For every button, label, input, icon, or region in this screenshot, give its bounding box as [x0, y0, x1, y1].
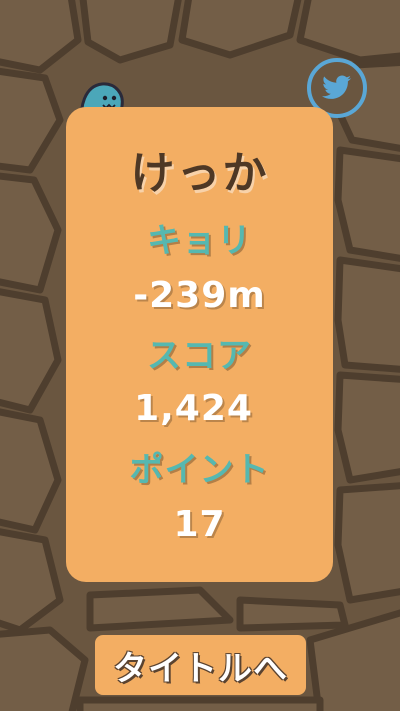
distance-label: キョリ — [147, 221, 252, 261]
points-value: 17 — [173, 504, 226, 545]
result-title: けっか — [130, 148, 269, 199]
points-label: ポイント — [129, 450, 270, 490]
twitter-bird-icon — [322, 75, 351, 99]
score-label: スコア — [147, 336, 252, 376]
back-to-title-button[interactable]: タイトルへ — [95, 635, 306, 695]
result-card: けっか キョリ -239m スコア 1,424 ポイント 17 — [66, 107, 333, 582]
score-value: 1,424 — [134, 388, 253, 429]
distance-value: -239m — [133, 275, 266, 316]
